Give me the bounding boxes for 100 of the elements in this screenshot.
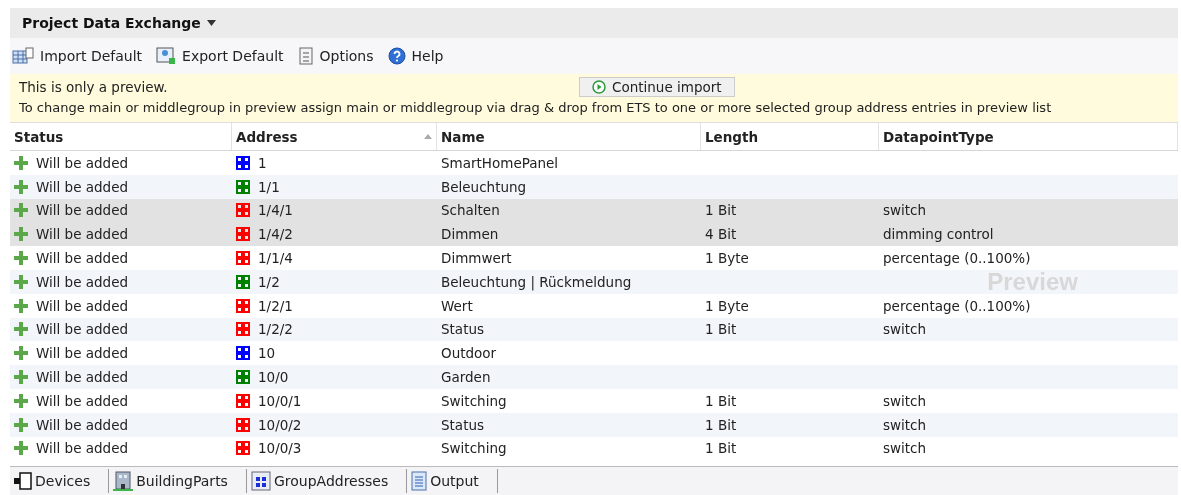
length-text: 1 Bit [705, 392, 737, 409]
panel-title: Project Data Exchange [22, 15, 201, 31]
datapoint-type-text: switch [883, 392, 927, 409]
address-text: 1/2 [258, 273, 280, 290]
address-text: 1/4/2 [258, 226, 293, 243]
name-text: Switching [441, 392, 507, 409]
plus-icon [14, 441, 28, 456]
datapoint-type-text: dimming control [883, 226, 994, 243]
column-header[interactable]: DatapointType [883, 128, 994, 145]
plus-icon [14, 227, 28, 242]
table-row[interactable]: Will be added 1/2/2 Status 1 Bit switch [10, 317, 1178, 342]
status-text: Will be added [36, 297, 129, 314]
plus-icon [14, 179, 28, 194]
plus-icon [14, 251, 28, 266]
status-text: Will be added [36, 392, 129, 409]
toolbar-button[interactable]: Export Default [154, 47, 286, 65]
dropdown-caret-icon[interactable] [206, 20, 216, 26]
sort-ascending-icon [424, 134, 432, 139]
column-header[interactable]: Name [441, 128, 485, 145]
address-text: 10/0/2 [258, 416, 302, 433]
plus-icon [14, 393, 28, 408]
status-text: Will be added [36, 226, 129, 243]
status-text: Will be added [36, 250, 129, 267]
table-row[interactable]: Will be added 10/0/2 Status 1 Bit switch [10, 412, 1178, 437]
status-text: Will be added [36, 178, 129, 195]
column-header[interactable]: Address [236, 128, 298, 145]
length-text: 1 Byte [705, 250, 749, 267]
plus-icon [14, 346, 28, 361]
help-icon [387, 47, 406, 65]
toolbar-button[interactable]: Help [385, 47, 446, 65]
address-text: 10/0 [258, 369, 289, 386]
plus-icon [14, 155, 28, 170]
status-text: Will be added [36, 440, 129, 457]
list-document-icon [297, 47, 314, 65]
name-text: Wert [441, 297, 473, 314]
address-text: 10 [258, 345, 276, 362]
datapoint-type-text: percentage (0..100%) [883, 250, 1031, 267]
grid-icon [250, 471, 271, 491]
preview-hint: To change main or middlegroup in preview assign main or middlegroup via drag & drop from ETS to one or more selected group address entries in preview list [19, 100, 1053, 115]
name-text: Outdoor [441, 345, 497, 362]
bottom-tab[interactable]: GroupAddresses [246, 469, 408, 493]
table-row[interactable]: Will be added 10/0 Garden [10, 365, 1178, 389]
datapoint-type-text: switch [883, 202, 927, 219]
column-header[interactable]: Status [14, 128, 64, 145]
document-export-icon [156, 47, 177, 65]
length-text: 1 Bit [705, 440, 737, 457]
address-text: 10/0/3 [258, 440, 302, 457]
length-text: 1 Bit [705, 416, 737, 433]
length-text: 1 Bit [705, 202, 737, 219]
name-text: Garden [441, 369, 491, 386]
name-text: Status [441, 416, 485, 433]
plus-icon [14, 370, 28, 385]
length-text: 1 Bit [705, 321, 737, 338]
plus-icon [14, 203, 28, 218]
document-icon [411, 471, 428, 491]
name-text: Dimmen [441, 226, 499, 243]
address-text: 1/4/1 [258, 202, 293, 219]
address-text: 1/1 [258, 178, 280, 195]
address-text: 1/2/1 [258, 297, 293, 314]
bottom-tab[interactable]: Devices [10, 469, 110, 493]
name-text: Switching [441, 440, 507, 457]
continue-import-button[interactable]: Continue import [579, 77, 735, 97]
bottom-tab[interactable]: BuildingParts [109, 469, 247, 493]
toolbar-button[interactable]: Import Default [10, 47, 145, 65]
status-text: Will be added [36, 416, 129, 433]
name-text: SmartHomePanel [441, 154, 559, 171]
plus-icon [14, 417, 28, 432]
datapoint-type-text: switch [883, 416, 927, 433]
device-icon [14, 472, 32, 490]
column-header[interactable]: Length [705, 128, 759, 145]
table-row[interactable]: Will be added 1/4/2 Dimmen 4 Bit dimming control [10, 222, 1178, 247]
play-icon [592, 80, 606, 94]
status-text: Will be added [36, 369, 129, 386]
datapoint-type-text: switch [883, 440, 927, 457]
plus-icon [14, 322, 28, 337]
status-text: Will be added [36, 345, 129, 362]
plus-icon [14, 274, 28, 289]
table-row[interactable]: Will be added 1/4/1 Schalten 1 Bit switch [10, 198, 1178, 223]
toolbar-button[interactable]: Options [295, 47, 376, 65]
name-text: Status [441, 321, 485, 338]
address-text: 10/0/1 [258, 392, 302, 409]
address-text: 1/1/4 [258, 250, 293, 267]
plus-icon [14, 298, 28, 313]
name-text: Schalten [441, 202, 500, 219]
status-text: Will be added [36, 273, 129, 290]
datapoint-type-text: percentage (0..100%) [883, 297, 1031, 314]
length-text: 1 Byte [705, 297, 749, 314]
name-text: Beleuchtung | Rückmeldung [441, 273, 632, 290]
status-text: Will be added [36, 321, 129, 338]
datapoint-type-text: switch [883, 321, 927, 338]
length-text: 4 Bit [705, 226, 737, 243]
building-icon [113, 471, 134, 491]
address-text: 1 [258, 154, 267, 171]
status-text: Will be added [36, 202, 129, 219]
table-row[interactable]: Will be added 1/1 Beleuchtung [10, 174, 1178, 199]
address-text: 1/2/2 [258, 321, 293, 338]
name-text: Beleuchtung [441, 178, 527, 195]
status-text: Will be added [36, 154, 129, 171]
preview-message: This is only a preview. [19, 79, 169, 95]
bottom-tab[interactable]: Output [407, 469, 498, 493]
